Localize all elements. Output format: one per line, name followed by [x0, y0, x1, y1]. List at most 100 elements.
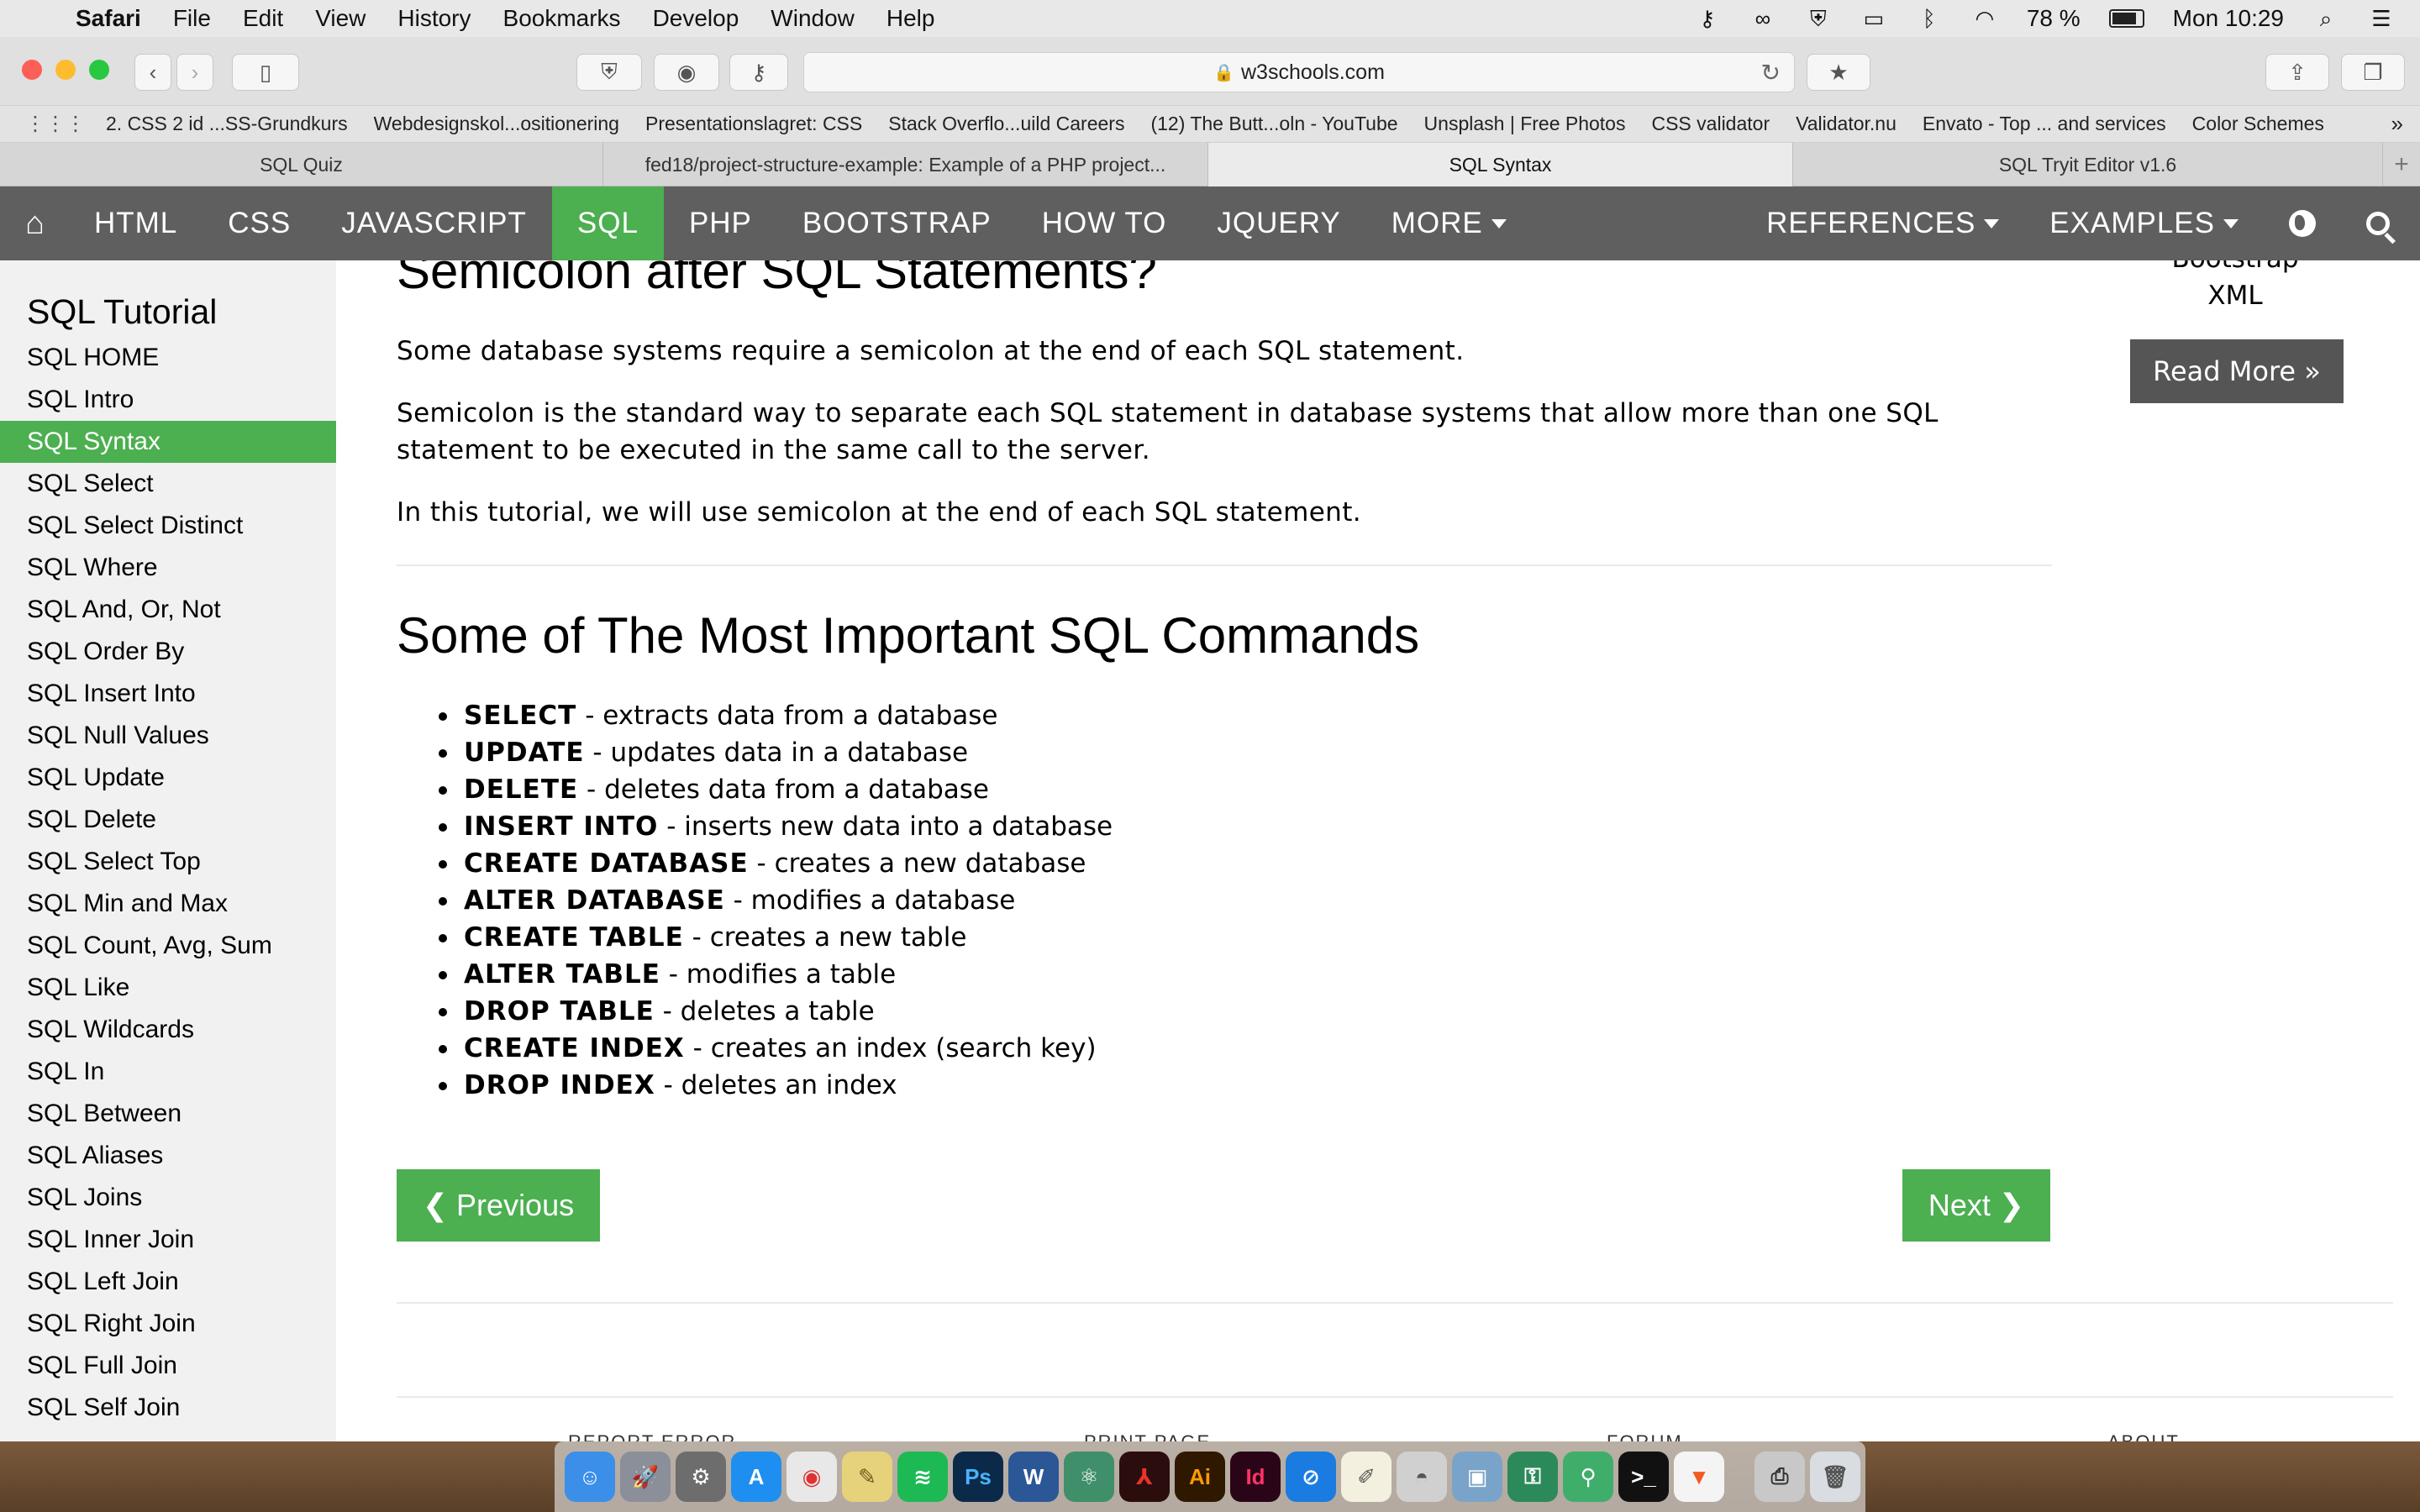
bookmark-star-button[interactable]: ★	[1807, 54, 1870, 91]
menu-develop[interactable]: Develop	[653, 5, 739, 32]
battery-icon[interactable]	[2108, 9, 2144, 28]
bookmark-item[interactable]: Stack Overflo...uild Careers	[888, 113, 1124, 135]
word-icon[interactable]: W	[1008, 1452, 1059, 1502]
battery-percent[interactable]: 78 %	[2027, 5, 2081, 32]
menu-window[interactable]: Window	[771, 5, 855, 32]
adblock-extension-button[interactable]: ⛨	[576, 54, 642, 91]
reload-icon[interactable]: ↻	[1761, 59, 1781, 87]
read-more-button[interactable]: Read More »	[2130, 339, 2344, 403]
bookmark-item[interactable]: Unsplash | Free Photos	[1424, 113, 1626, 135]
next-button[interactable]: Next ❯	[1902, 1169, 2050, 1242]
bluetooth-icon[interactable]: ᛒ	[1916, 7, 1943, 30]
bookmark-item[interactable]: Envato - Top ... and services	[1923, 113, 2166, 135]
nav-javascript[interactable]: JAVASCRIPT	[316, 186, 552, 260]
photoshop-icon[interactable]: Ps	[953, 1452, 1003, 1502]
sidebar-item[interactable]: SQL Select	[0, 463, 336, 505]
spotlight-search-icon[interactable]: ⌕	[2312, 7, 2339, 30]
sidebar-item[interactable]: SQL Insert Into	[0, 673, 336, 715]
forward-button[interactable]: ›	[176, 54, 213, 91]
search-button[interactable]	[2341, 186, 2420, 260]
home-button[interactable]: ⌂	[0, 186, 69, 260]
minimize-window-button[interactable]	[55, 60, 76, 80]
sidebar-item[interactable]: SQL Update	[0, 757, 336, 799]
finder-icon[interactable]: ☺	[565, 1452, 615, 1502]
tab-github-project[interactable]: fed18/project-structure-example: Example…	[603, 143, 1208, 186]
sidebar-item[interactable]: SQL Joins	[0, 1177, 336, 1219]
safari-icon[interactable]: ⊘	[1286, 1452, 1336, 1502]
sidebar-item[interactable]: SQL Aliases	[0, 1135, 336, 1177]
sidebar-item[interactable]: SQL Full Join	[0, 1345, 336, 1387]
grid-icon[interactable]: ⋮⋮⋮	[25, 112, 86, 136]
spotify-icon[interactable]: ≋	[897, 1452, 948, 1502]
printer-icon[interactable]: ⎙	[1754, 1452, 1805, 1502]
tab-sql-tryit[interactable]: SQL Tryit Editor v1.6	[1793, 143, 2383, 186]
bookmark-item[interactable]: (12) The Butt...oln - YouTube	[1150, 113, 1397, 135]
keychain-status-icon[interactable]: ⚷	[1694, 7, 1721, 30]
illustrator-icon[interactable]: Ai	[1175, 1452, 1225, 1502]
app-store-icon[interactable]: A	[731, 1452, 781, 1502]
chrome-icon[interactable]: ◉	[786, 1452, 837, 1502]
zoom-window-button[interactable]	[89, 60, 109, 80]
bookmark-item[interactable]: Presentationslagret: CSS	[645, 113, 862, 135]
terminal-icon[interactable]: >_	[1618, 1452, 1669, 1502]
sidebar-item[interactable]: SQL Between	[0, 1093, 336, 1135]
shield-icon[interactable]: ⛨	[1805, 7, 1832, 30]
sidebar-item[interactable]: SQL Select Distinct	[0, 505, 336, 547]
sidebar-item[interactable]: SQL Inner Join	[0, 1219, 336, 1261]
sidebar-item[interactable]: SQL Intro	[0, 379, 336, 421]
creative-cloud-icon[interactable]: ∞	[1749, 7, 1776, 30]
sidebar-item[interactable]: SQL Min and Max	[0, 883, 336, 925]
translate-button[interactable]	[2264, 186, 2341, 260]
nav-php[interactable]: PHP	[664, 186, 777, 260]
tab-sql-syntax[interactable]: SQL Syntax	[1208, 143, 1793, 186]
indesign-icon[interactable]: Id	[1230, 1452, 1281, 1502]
trash-icon[interactable]: 🗑	[1810, 1452, 1860, 1502]
bookmark-item[interactable]: 2. CSS 2 id ...SS-Grundkurs	[106, 113, 348, 135]
sidebar-item[interactable]: SQL Delete	[0, 799, 336, 841]
tab-sql-quiz[interactable]: SQL Quiz	[0, 143, 603, 186]
nav-html[interactable]: HTML	[69, 186, 203, 260]
chevron-double-right-icon[interactable]: »	[2391, 111, 2403, 137]
menu-view[interactable]: View	[315, 5, 366, 32]
atom-icon[interactable]: ⚛	[1064, 1452, 1114, 1502]
acrobat-icon[interactable]: ⅄	[1119, 1452, 1170, 1502]
sidebar-item[interactable]: SQL Like	[0, 967, 336, 1009]
preview-icon[interactable]: ▣	[1452, 1452, 1502, 1502]
launchpad-icon[interactable]: 🚀	[620, 1452, 671, 1502]
sidebar-toggle-button[interactable]: ▯	[232, 54, 299, 91]
stickies-icon[interactable]: ✎	[842, 1452, 892, 1502]
wifi-icon[interactable]: ◠	[1971, 7, 1998, 30]
clock[interactable]: Mon 10:29	[2173, 5, 2284, 32]
close-window-button[interactable]	[22, 60, 42, 80]
brave-icon[interactable]: ▼	[1674, 1452, 1724, 1502]
menu-history[interactable]: History	[397, 5, 471, 32]
share-button[interactable]: ⇪	[2265, 54, 2329, 91]
footer-print-page[interactable]: PRINT PAGE	[1084, 1431, 1211, 1441]
sidebar-item[interactable]: SQL And, Or, Not	[0, 589, 336, 631]
show-tabs-button[interactable]: ❐	[2341, 54, 2405, 91]
sidebar-item[interactable]: SQL Order By	[0, 631, 336, 673]
nav-jquery[interactable]: JQUERY	[1192, 186, 1365, 260]
menu-file[interactable]: File	[173, 5, 211, 32]
bookmark-item[interactable]: Webdesignskol...ositionering	[374, 113, 619, 135]
sidebar-item[interactable]: SQL Select Top	[0, 841, 336, 883]
address-bar[interactable]: 🔒 w3schools.com ↻	[803, 52, 1795, 92]
bookmark-item[interactable]: Color Schemes	[2192, 113, 2324, 135]
right-link-bootstrap[interactable]: Bootstrap	[2084, 260, 2386, 277]
sidebar-item[interactable]: SQL Where	[0, 547, 336, 589]
sidebar-item[interactable]: SQL Self Join	[0, 1387, 336, 1429]
sidebar-item[interactable]: SQL Wildcards	[0, 1009, 336, 1051]
menu-app-name[interactable]: Safari	[76, 5, 141, 32]
sidebar-item[interactable]: SQL HOME	[0, 337, 336, 379]
footer-report-error[interactable]: REPORT ERROR	[568, 1431, 736, 1441]
menu-bookmarks[interactable]: Bookmarks	[503, 5, 621, 32]
new-tab-button[interactable]: +	[2383, 143, 2420, 186]
right-link-xml[interactable]: XML	[2084, 277, 2386, 314]
airplay-icon[interactable]: ▭	[1860, 7, 1887, 30]
nav-more[interactable]: MORE	[1366, 186, 1532, 260]
sidebar-item[interactable]: SQL Syntax	[0, 421, 336, 463]
textedit-icon[interactable]: ✐	[1341, 1452, 1392, 1502]
sequel-pro-icon[interactable]: ◓	[1397, 1452, 1447, 1502]
back-button[interactable]: ‹	[134, 54, 171, 91]
footer-forum[interactable]: FORUM	[1607, 1431, 1683, 1441]
